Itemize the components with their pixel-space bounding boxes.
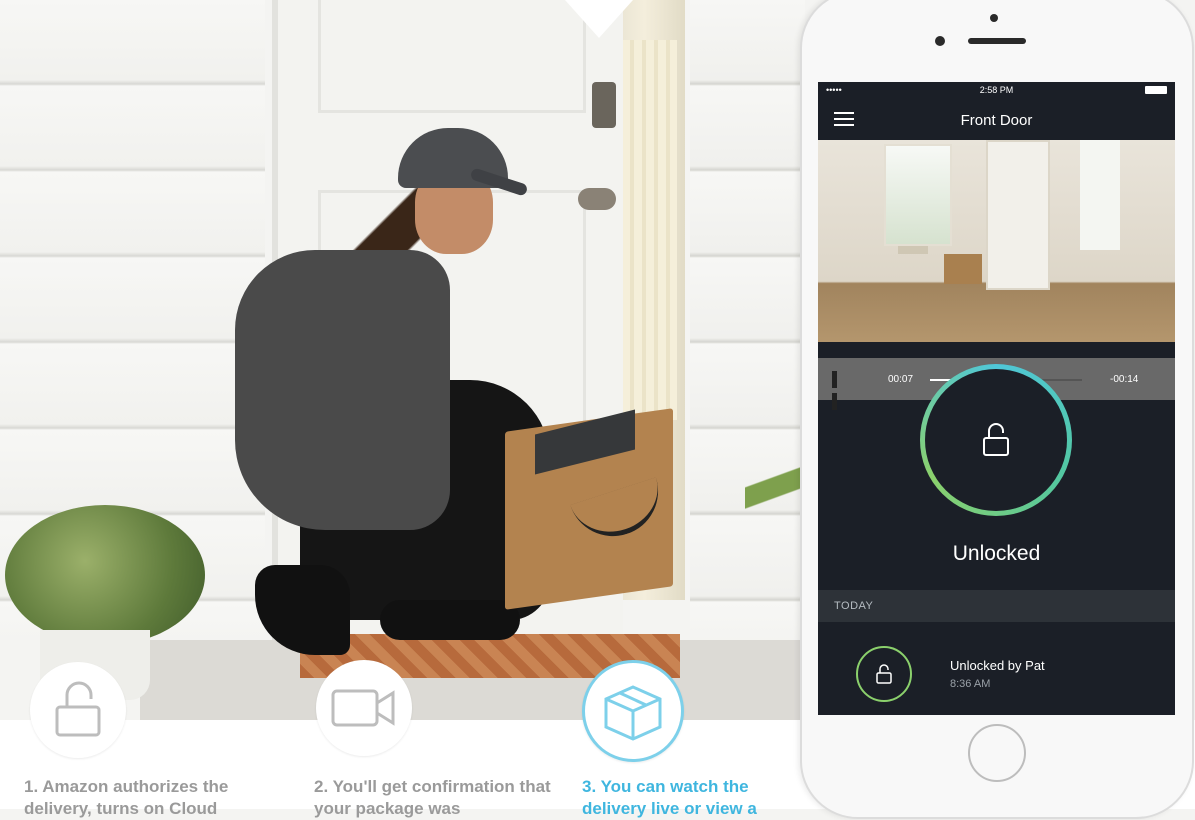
video-window	[1080, 140, 1120, 250]
remaining-time: -00:14	[1110, 374, 1139, 385]
lock-button[interactable]	[925, 369, 1067, 511]
activity-section-header: TODAY	[818, 590, 1175, 622]
elapsed-time: 00:07	[888, 374, 914, 385]
activity-item[interactable]: Unlocked by Pat 8:36 AM	[818, 622, 1175, 715]
step-2-text: 2. You'll get confirmation that your pac…	[314, 777, 551, 818]
step-3-text: 3. You can watch the delivery live or vi…	[582, 777, 757, 818]
curtain	[622, 40, 677, 420]
step-3-icon-circle	[582, 660, 684, 762]
lock-status-ring[interactable]	[920, 364, 1072, 516]
step-1-text: 1. Amazon authorizes the delivery, turns…	[24, 777, 229, 818]
screen-title: Front Door	[960, 112, 1033, 129]
door-handle	[578, 188, 616, 210]
video-window	[884, 144, 952, 246]
section-label: TODAY	[834, 600, 874, 612]
status-bar: ••••• 2:58 PM	[818, 82, 1175, 98]
courier-body	[235, 250, 450, 530]
door-panel	[318, 0, 586, 113]
phone-sensor	[990, 14, 998, 22]
step-1-icon-circle	[30, 662, 126, 758]
lock-status-label: Unlocked	[952, 542, 1041, 565]
callout-notch	[565, 0, 633, 38]
step-2-icon-circle	[316, 660, 412, 756]
potted-plant	[5, 505, 205, 645]
unlocked-padlock-icon	[876, 664, 892, 684]
activity-icon-circle	[856, 646, 912, 702]
front-camera	[935, 36, 945, 46]
activity-title: Unlocked by Pat	[950, 658, 1045, 673]
clock: 2:58 PM	[979, 85, 1014, 95]
smart-lock	[592, 82, 616, 128]
activity-time: 8:36 AM	[950, 678, 991, 690]
courier-shoe	[380, 600, 520, 640]
app-header: Front Door	[818, 98, 1175, 140]
home-button[interactable]	[968, 724, 1026, 782]
video-camera-icon	[331, 689, 395, 727]
app-screen: ••••• 2:58 PM Front Door 00:07 -00:14 Un…	[818, 82, 1175, 715]
unlocked-padlock-icon	[983, 423, 1009, 456]
phone-speaker	[968, 38, 1026, 44]
package-box-icon	[604, 685, 662, 741]
video-door	[986, 140, 1050, 290]
unlocked-padlock-icon	[55, 681, 101, 737]
live-video-feed[interactable]: 00:07 -00:14	[818, 140, 1175, 410]
video-stool	[898, 246, 928, 254]
video-package	[944, 254, 982, 284]
pause-button-icon[interactable]	[832, 371, 848, 410]
plant-leaves	[745, 430, 805, 550]
battery-icon	[1145, 86, 1167, 94]
